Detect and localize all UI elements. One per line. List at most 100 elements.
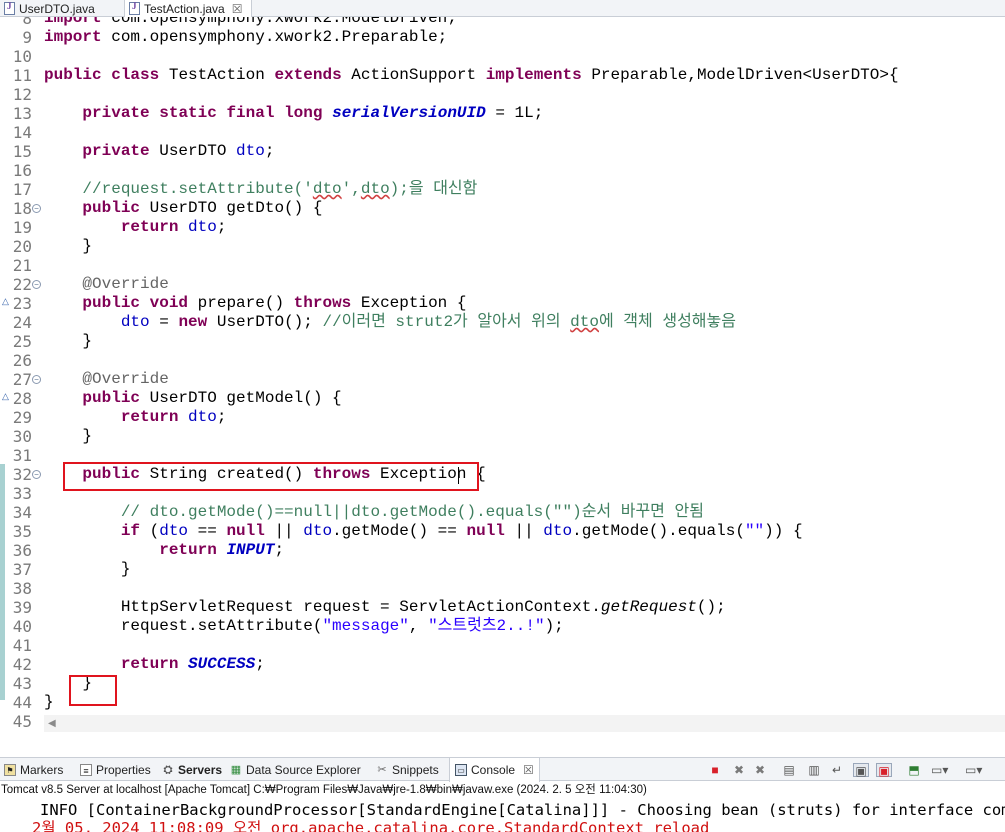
tab-snippets[interactable]: ✂ Snippets xyxy=(376,758,439,782)
console-line: 2월 05, 2024 11:08:09 오전 org.apache.catal… xyxy=(32,819,710,832)
scroll-left-icon[interactable]: ◀ xyxy=(48,715,56,732)
scroll-lock-icon[interactable]: ▥ xyxy=(806,763,822,777)
line-number: 24 xyxy=(12,313,32,332)
code-line[interactable]: if (dto == null || dto.getMode() == null… xyxy=(44,522,803,541)
open-console-icon[interactable]: ⬒ xyxy=(906,763,922,777)
line-number: 34 xyxy=(12,503,32,522)
override-marker-icon: △ xyxy=(2,296,9,306)
line-number: 35 xyxy=(12,522,32,541)
code-line[interactable]: public UserDTO getDto() { xyxy=(44,199,322,218)
override-marker-icon: △ xyxy=(2,391,9,401)
remove-all-icon[interactable]: ✖ xyxy=(752,763,768,777)
code-line[interactable]: return INPUT; xyxy=(44,541,284,560)
java-file-icon xyxy=(4,1,15,15)
line-number: 20 xyxy=(12,237,32,256)
code-line[interactable]: } xyxy=(44,693,54,712)
close-tab-icon[interactable]: ☒ xyxy=(232,2,243,16)
tab-data-source-explorer[interactable]: ▦ Data Source Explorer xyxy=(230,758,361,782)
line-number: 9 xyxy=(22,28,32,47)
tab-testaction-java[interactable]: TestAction.java ☒ xyxy=(124,0,252,17)
code-line[interactable]: } xyxy=(44,560,131,579)
close-tab-icon[interactable]: ☒ xyxy=(523,763,534,777)
line-number: 12 xyxy=(12,85,32,104)
word-wrap-icon[interactable]: ↵ xyxy=(829,763,845,777)
snippets-icon: ✂ xyxy=(377,764,387,776)
line-number: 23 xyxy=(12,294,32,313)
code-line[interactable]: public UserDTO getModel() { xyxy=(44,389,341,408)
code-line[interactable]: } xyxy=(44,332,92,351)
tab-servers[interactable]: ⛭ Servers xyxy=(162,758,222,782)
line-number: 13 xyxy=(12,104,32,123)
line-number: 16 xyxy=(12,161,32,180)
code-line[interactable]: return dto; xyxy=(44,408,227,427)
text-caret xyxy=(458,467,459,484)
stop-icon[interactable]: ■ xyxy=(707,763,723,777)
line-number: 21 xyxy=(12,256,32,275)
tab-markers[interactable]: ⚑ Markers xyxy=(4,758,63,782)
line-number: 44 xyxy=(12,693,32,712)
line-number: 33 xyxy=(12,484,32,503)
line-number: 39 xyxy=(12,598,32,617)
tab-label: Markers xyxy=(20,763,64,777)
line-number: 14 xyxy=(12,123,32,142)
fold-toggle-icon[interactable]: − xyxy=(32,204,41,213)
highlight-box-created-method xyxy=(63,462,479,491)
code-editor[interactable]: 8 9 10 11 12 13 14 15 16 17 18−19 20 21 22−23 △ 24 25 26 2… xyxy=(0,17,1005,732)
code-line[interactable]: return SUCCESS; xyxy=(44,655,265,674)
line-number: 45 xyxy=(12,712,32,731)
line-number: 15 xyxy=(12,142,32,161)
tab-properties[interactable]: ≡ Properties xyxy=(80,758,151,782)
markers-icon: ⚑ xyxy=(4,764,16,776)
fold-toggle-icon[interactable]: − xyxy=(32,280,41,289)
code-line[interactable]: private static final long serialVersionU… xyxy=(44,104,543,123)
code-line[interactable]: dto = new UserDTO(); //이러면 strut2가 알아서 위… xyxy=(44,313,736,332)
code-line[interactable]: //request.setAttribute('dto',dto);을 대신함 xyxy=(44,180,477,199)
line-number: 37 xyxy=(12,560,32,579)
code-line[interactable]: public class TestAction extends ActionSu… xyxy=(44,66,899,85)
servers-icon: ⛭ xyxy=(163,764,173,776)
line-number: 11 xyxy=(12,66,32,85)
tab-console[interactable]: ▭ Console ☒ xyxy=(449,758,540,782)
editor-tab-bar: UserDTO.java TestAction.java ☒ xyxy=(0,0,1005,17)
display-console-icon[interactable]: ▭▾ xyxy=(931,763,948,777)
tab-label: Snippets xyxy=(392,763,439,777)
line-number: 27 xyxy=(12,370,32,389)
code-line[interactable]: private UserDTO dto; xyxy=(44,142,274,161)
horizontal-scrollbar[interactable]: ◀ xyxy=(44,715,1005,732)
tab-label: Data Source Explorer xyxy=(246,763,361,777)
line-number: 10 xyxy=(12,47,32,66)
line-number: 28 xyxy=(12,389,32,408)
tab-label: Console xyxy=(471,763,516,777)
line-number: 29 xyxy=(12,408,32,427)
show-on-error-icon[interactable]: ▣ xyxy=(876,763,892,778)
code-line[interactable]: @Override xyxy=(44,275,168,294)
remove-launch-icon[interactable]: ✖ xyxy=(731,763,747,777)
clear-console-icon[interactable]: ▤ xyxy=(781,763,797,777)
new-console-icon[interactable]: ▭▾ xyxy=(965,763,982,777)
fold-toggle-icon[interactable]: − xyxy=(32,375,41,384)
tab-userdto-java[interactable]: UserDTO.java xyxy=(0,0,112,17)
code-line[interactable]: } xyxy=(44,427,92,446)
line-number: 38 xyxy=(12,579,32,598)
line-number: 26 xyxy=(12,351,32,370)
tab-label: TestAction.java xyxy=(144,1,225,16)
fold-toggle-icon[interactable]: − xyxy=(32,470,41,479)
code-line[interactable]: return dto; xyxy=(44,218,227,237)
tab-label: Properties xyxy=(96,763,151,777)
console-output[interactable]: INFO [ContainerBackgroundProcessor[Stand… xyxy=(0,799,1005,832)
code-line[interactable]: @Override xyxy=(44,370,168,389)
line-number: 17 xyxy=(12,180,32,199)
views-tab-bar: ⚑ Markers ≡ Properties ⛭ Servers ▦ Data … xyxy=(0,757,1005,782)
code-line[interactable]: request.setAttribute("message", "스트럿츠2..… xyxy=(44,617,564,636)
code-line[interactable]: // dto.getMode()==null||dto.getMode().eq… xyxy=(44,503,704,522)
console-process-label: Tomcat v8.5 Server at localhost [Apache … xyxy=(1,784,647,796)
code-area[interactable]: import com.opensymphony.xwork2.ModelDriv… xyxy=(44,17,1005,732)
pin-console-icon[interactable]: ▣ xyxy=(853,763,869,778)
code-line[interactable]: } xyxy=(44,237,92,256)
code-line[interactable]: import com.opensymphony.xwork2.Preparabl… xyxy=(44,28,447,47)
code-line[interactable]: import com.opensymphony.xwork2.ModelDriv… xyxy=(44,17,457,28)
code-line[interactable]: public void prepare() throws Exception { xyxy=(44,294,466,313)
line-number: 8 xyxy=(22,17,32,28)
line-number: 40 xyxy=(12,617,32,636)
code-line[interactable]: HttpServletRequest request = ServletActi… xyxy=(44,598,726,617)
